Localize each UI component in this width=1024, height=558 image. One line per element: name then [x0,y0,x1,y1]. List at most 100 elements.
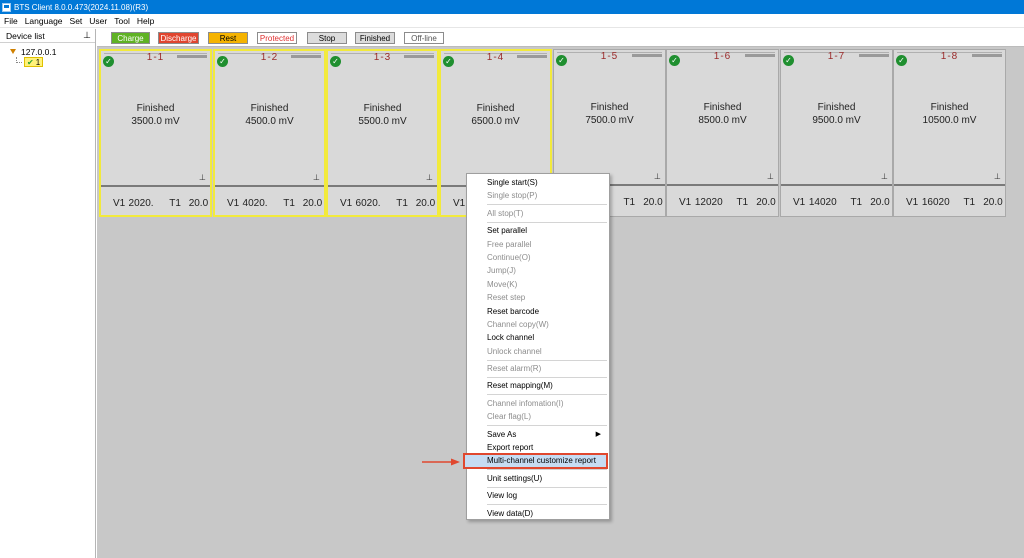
tree-node-device[interactable]: 127.0.0.1 [10,46,95,57]
menu-item-channel-infomation[interactable]: Channel infomation(I) [467,397,609,410]
t1-value: 20.0 [870,196,890,208]
channel-voltage: 9500.0 mV [812,115,861,126]
menu-item-set-parallel[interactable]: Set parallel [467,224,609,237]
menu-item-label: Save As [487,429,517,439]
menu-item-jump[interactable]: Jump(J) [467,264,609,277]
channel-state: Finished [703,102,742,113]
menu-item-label: Free parallel [487,239,532,249]
tree-node-unit[interactable]: ✔ 1 [16,57,95,67]
channel-card[interactable]: 1-6 ✓ Finished 8500.0 mV ⊥ V1 12020 T1 2… [666,49,779,217]
v1-value: 16020 [921,196,950,208]
device-list-title: Device list [6,30,45,41]
menu-item-channel-copy[interactable]: Channel copy(W) [467,318,609,331]
menu-item-reset-mapping[interactable]: Reset mapping(M) [467,379,609,392]
pin-icon[interactable]: ⊥ [994,172,1001,181]
menu-separator [487,376,607,378]
menu-item-unlock-channel[interactable]: Unlock channel [467,345,609,358]
menu-set[interactable]: Set [70,16,83,26]
finished-check-icon: ✓ [896,55,907,66]
title-bar: BTS Client 8.0.0.473(2024.11.08)(R3) [0,0,1024,14]
menu-item-view-log[interactable]: View log [467,489,609,502]
legend-charge: Charge [111,32,150,44]
channel-footer: V1 16020 T1 20.0 [894,188,1005,216]
menu-item-single-start[interactable]: Single start(S) [467,176,609,189]
menu-item-continue[interactable]: Continue(O) [467,251,609,264]
menu-separator [487,425,607,427]
annotation-arrow-icon [422,458,460,466]
legend-label: Discharge [160,33,197,43]
legend-label: Charge [117,33,144,43]
pin-icon[interactable]: ⊥ [313,173,320,182]
t1-label: T1 [623,196,636,208]
pin-icon[interactable]: ⊥ [654,172,661,181]
channel-card[interactable]: 1-7 ✓ Finished 9500.0 mV ⊥ V1 14020 T1 2… [780,49,893,217]
menu-item-multi-channel-customize-report[interactable]: Multi-channel customize report [463,453,608,469]
status-legend: Charge Discharge Rest Protected Stop Fin… [97,29,1024,47]
t1-value: 20.0 [983,196,1003,208]
v1-label: V1 [906,196,919,208]
tree-branch-line [16,57,22,63]
channel-state: Finished [817,102,856,113]
menu-item-all-stop[interactable]: All stop(T) [467,207,609,220]
menu-item-move[interactable]: Move(K) [467,278,609,291]
t1-value: 20.0 [302,197,323,209]
channel-id: 1-2 [260,52,279,63]
menu-item-save-as[interactable]: Save As ▶ [467,428,609,441]
menu-item-free-parallel[interactable]: Free parallel [467,238,609,251]
channel-footer: V1 12020 T1 20.0 [667,188,778,216]
device-ip-label: 127.0.0.1 [21,46,57,57]
channel-card[interactable]: 1-3 ✓ Finished 5500.0 mV ⊥ V1 6020. T1 2… [326,49,439,217]
pin-icon[interactable]: ⊥ [199,173,206,182]
check-icon: ✔ [27,57,34,67]
menu-separator [487,486,607,488]
pin-icon[interactable]: ⊥ [426,173,433,182]
unit-selected[interactable]: ✔ 1 [24,57,44,67]
menu-item-reset-step[interactable]: Reset step [467,291,609,304]
menu-language[interactable]: Language [25,16,63,26]
t1-value: 20.0 [756,196,776,208]
channel-state: Finished [363,103,402,114]
channel-divider [894,184,1005,186]
t1-label: T1 [169,197,181,209]
channel-divider [215,185,324,187]
menu-item-single-stop[interactable]: Single stop(P) [467,189,609,202]
menu-item-reset-alarm[interactable]: Reset alarm(R) [467,362,609,375]
menu-item-reset-barcode[interactable]: Reset barcode [467,305,609,318]
menu-item-label: Clear flag(L) [487,412,532,422]
pin-icon[interactable]: ⊥ [881,172,888,181]
menu-item-view-data[interactable]: View data(D) [467,507,609,520]
channel-id: 1-3 [373,52,392,63]
v1-value: 6020. [355,197,381,209]
legend-label: Finished [359,33,391,43]
device-list-header: Device list ⊥ [0,29,95,43]
menu-item-label: Unit settings(U) [487,473,543,483]
channel-card[interactable]: 1-8 ✓ Finished 10500.0 mV ⊥ V1 16020 T1 … [893,49,1006,217]
legend-label: Protected [259,33,295,43]
pin-icon[interactable]: ⊥ [83,30,91,41]
menu-tool[interactable]: Tool [114,16,130,26]
v1-label: V1 [340,197,353,209]
menu-item-export-report[interactable]: Export report [467,441,609,454]
channel-divider [781,184,892,186]
legend-finished: Finished [355,32,395,44]
expand-triangle-icon[interactable] [10,49,16,54]
menu-separator [487,221,607,223]
menu-item-clear-flag[interactable]: Clear flag(L) [467,410,609,423]
menu-item-label: View log [487,491,518,501]
menu-user[interactable]: User [89,16,107,26]
channel-footer: V1 2020. T1 20.0 [101,189,210,217]
menu-help[interactable]: Help [137,16,154,26]
channel-footer: V1 6020. T1 20.0 [328,189,437,217]
app-icon [2,2,11,12]
channel-id: 1-7 [827,51,846,62]
menu-item-unit-settings[interactable]: Unit settings(U) [467,472,609,485]
menu-item-lock-channel[interactable]: Lock channel [467,331,609,344]
t1-label: T1 [396,197,408,209]
channel-card[interactable]: 1-1 ✓ Finished 3500.0 mV ⊥ V1 2020. T1 2… [99,49,212,217]
menu-file[interactable]: File [4,16,18,26]
pin-icon[interactable]: ⊥ [767,172,774,181]
v1-label: V1 [227,197,240,209]
t1-label: T1 [736,196,749,208]
channel-card[interactable]: 1-2 ✓ Finished 4500.0 mV ⊥ V1 4020. T1 2… [213,49,326,217]
menu-item-label: Unlock channel [487,346,542,356]
